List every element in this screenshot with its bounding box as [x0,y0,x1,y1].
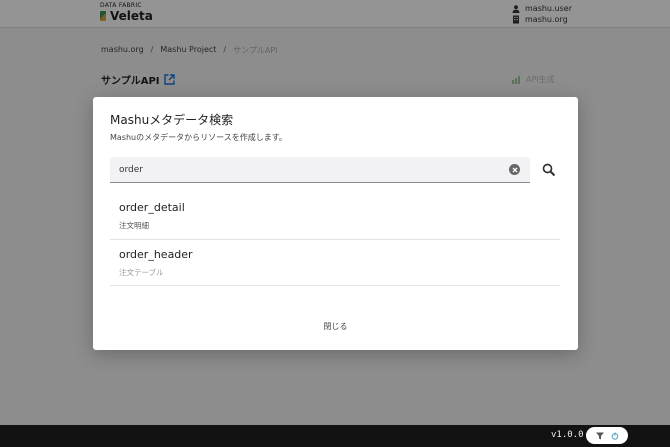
search-results: order_detail 注文明細 order_header 注文テーブル [110,193,560,286]
result-name: order_detail [119,201,185,214]
power-icon [611,432,618,440]
search-input[interactable] [119,157,499,182]
app-footer: v1.0.0 [0,425,670,447]
filter-icon [595,432,604,439]
clear-search-button[interactable] [509,164,520,175]
close-icon [512,167,517,172]
result-subtitle: 注文テーブル [119,268,164,277]
version-label: v1.0.0 [551,430,584,440]
dialog-title: Mashuメタデータ検索 [110,113,234,127]
metadata-search-dialog: Mashuメタデータ検索 Mashuのメタデータからリソースを作成します。 or… [93,97,578,350]
dialog-description: Mashuのメタデータからリソースを作成します。 [110,133,287,142]
result-item[interactable]: order_header 注文テーブル [110,240,560,286]
search-field[interactable] [110,157,530,183]
result-item[interactable]: order_detail 注文明細 [110,193,560,240]
close-dialog-button[interactable]: 閉じる [93,321,578,332]
result-name: order_header [119,248,193,261]
result-subtitle: 注文明細 [119,221,149,230]
search-icon[interactable] [542,163,556,177]
footer-toggle[interactable] [586,427,628,444]
